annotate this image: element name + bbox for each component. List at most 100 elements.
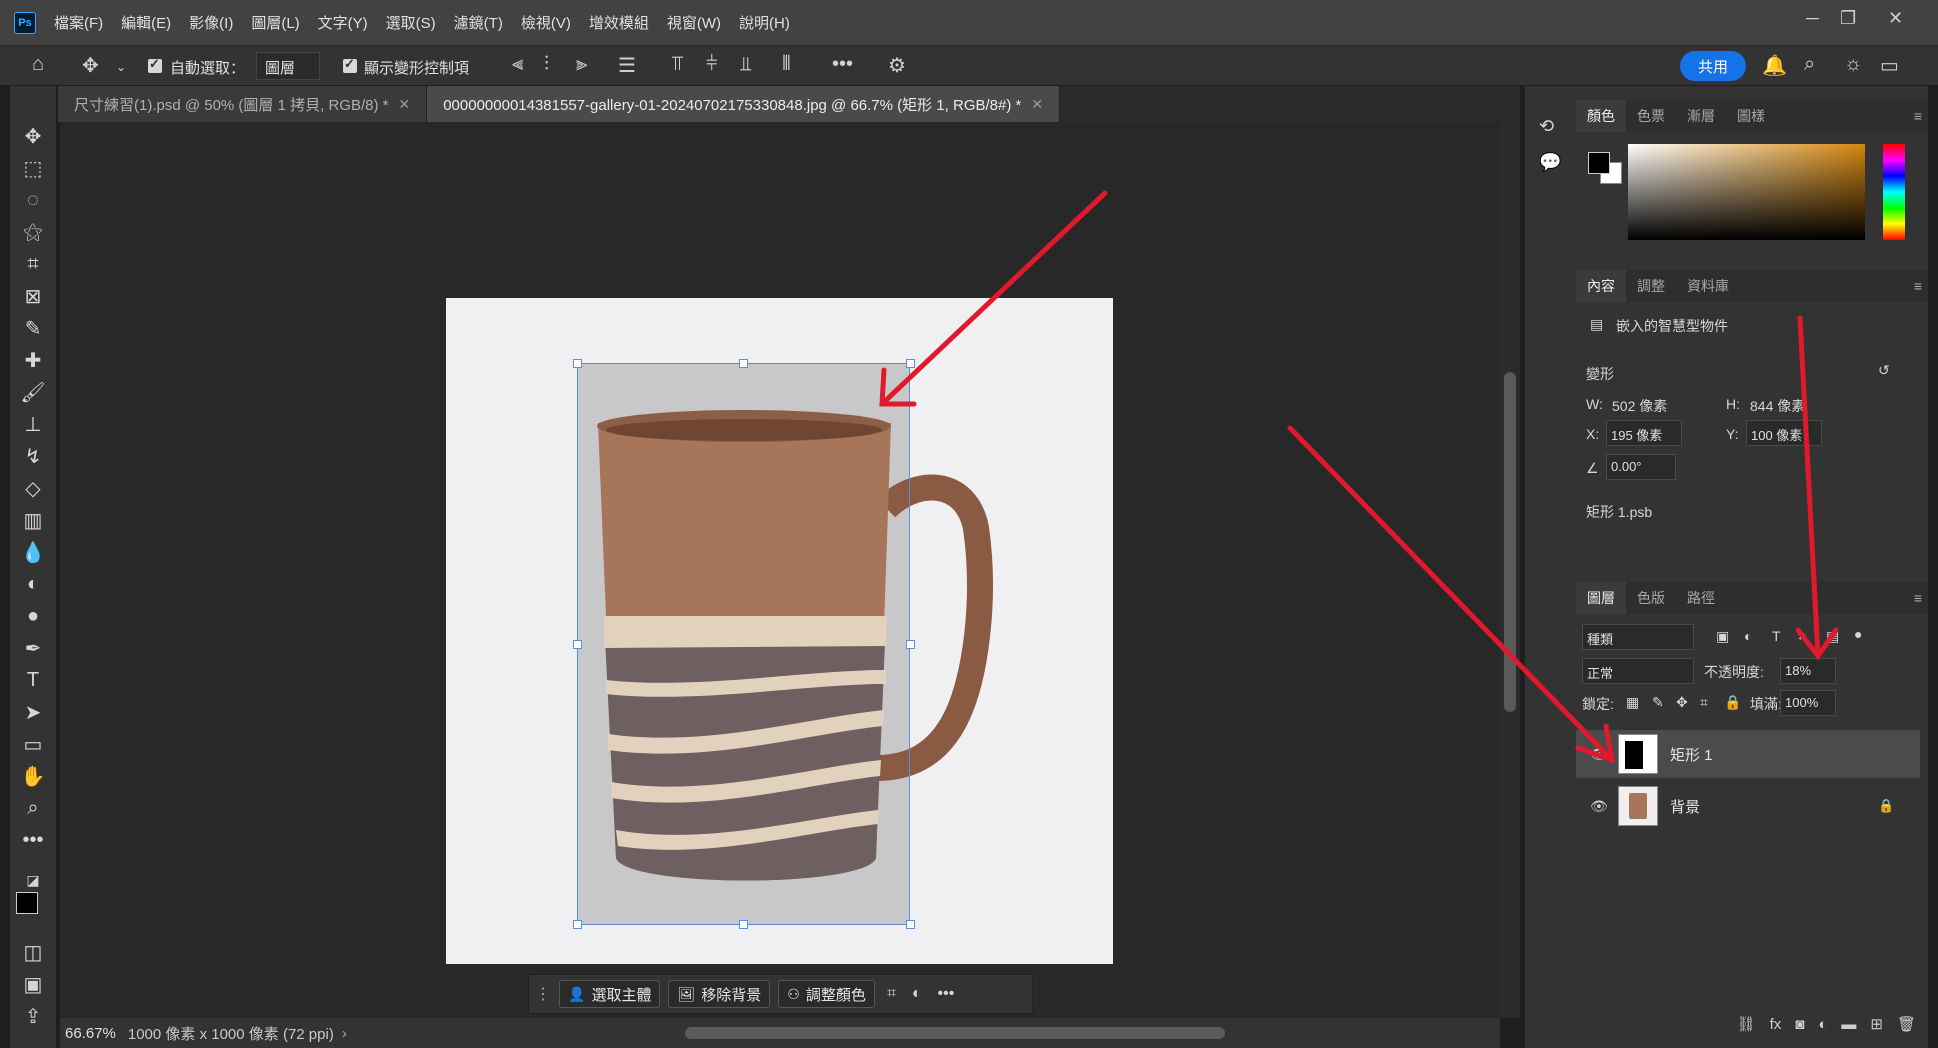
tab-libraries[interactable]: 資料庫 — [1676, 270, 1740, 302]
blend-mode-dropdown[interactable]: 正常 — [1582, 658, 1694, 684]
add-mask-icon[interactable]: ◙ — [1795, 1016, 1804, 1033]
screen-mode-icon[interactable]: ▣ — [19, 970, 47, 998]
stamp-tool-icon[interactable]: ⊥ — [19, 410, 47, 438]
tab-document-1[interactable]: 尺寸練習(1).psd @ 50% (圖層 1 拷貝, RGB/8) * ✕ — [58, 86, 428, 122]
lock-position-icon[interactable]: ✥ — [1676, 694, 1688, 711]
angle-input[interactable]: 0.00° — [1606, 454, 1676, 480]
align-left-icon[interactable]: ⫷ — [512, 53, 523, 76]
auto-select-dropdown[interactable]: 圖層 — [256, 52, 320, 80]
magic-wand-tool-icon[interactable]: ⚝ — [19, 218, 47, 246]
menu-view[interactable]: 檢視(V) — [521, 12, 571, 33]
tab-color[interactable]: 顏色 — [1576, 100, 1626, 132]
layer-name[interactable]: 矩形 1 — [1670, 744, 1713, 765]
pen-tool-icon[interactable]: ✒ — [19, 634, 47, 662]
layer-name[interactable]: 背景 — [1670, 796, 1700, 817]
panel-menu-icon[interactable]: ≡ — [1914, 108, 1922, 124]
rectangle-tool-icon[interactable]: ▭ — [19, 730, 47, 758]
type-tool-icon[interactable]: T — [19, 666, 47, 694]
healing-brush-icon[interactable]: ✚ — [19, 346, 47, 374]
remove-background-button[interactable]: 🖼 移除背景 — [668, 980, 771, 1008]
foreground-color-swatch[interactable] — [1588, 152, 1610, 174]
visibility-eye-icon[interactable]: 👁 — [1590, 746, 1608, 763]
share-document-icon[interactable]: ⇪ — [19, 1002, 47, 1030]
tab-layers[interactable]: 圖層 — [1576, 582, 1626, 614]
align-right-icon[interactable]: ⫸ — [576, 53, 587, 76]
close-icon[interactable]: ✕ — [1888, 8, 1903, 29]
tab-swatches[interactable]: 色票 — [1626, 100, 1676, 132]
history-brush-icon[interactable]: ↯ — [19, 442, 47, 470]
chevron-right-icon[interactable]: › — [342, 1025, 347, 1042]
transform-icon[interactable]: ⌗ — [887, 985, 896, 1003]
hue-slider[interactable] — [1883, 144, 1905, 240]
menu-edit[interactable]: 編輯(E) — [121, 12, 171, 33]
restore-icon[interactable]: ❐ — [1840, 8, 1856, 29]
y-position-input[interactable]: 100 像素 — [1746, 420, 1822, 446]
menu-help[interactable]: 說明(H) — [739, 12, 790, 33]
transform-handle[interactable] — [739, 920, 748, 929]
eyedropper-tool-icon[interactable]: ✎ — [19, 314, 47, 342]
filter-type-icon[interactable]: T — [1772, 628, 1781, 644]
panel-menu-icon[interactable]: ≡ — [1914, 590, 1922, 606]
zoom-level[interactable]: 66.67% — [65, 1025, 116, 1042]
share-button[interactable]: 共用 — [1680, 51, 1746, 81]
menu-window[interactable]: 視窗(W) — [667, 12, 721, 33]
fill-input[interactable]: 100% — [1780, 690, 1836, 716]
tab-adjustments[interactable]: 調整 — [1626, 270, 1676, 302]
menu-file[interactable]: 檔案(F) — [54, 12, 103, 33]
layer-filter-dropdown[interactable]: 種類 — [1582, 624, 1694, 650]
adjustment-layer-icon[interactable]: ◐ — [1818, 1016, 1827, 1033]
default-colors-icon[interactable]: ◪ — [19, 866, 47, 894]
tab-gradients[interactable]: 漸層 — [1676, 100, 1726, 132]
select-subject-button[interactable]: 👤 選取主體 — [559, 980, 661, 1008]
lock-transparent-icon[interactable]: ▦ — [1626, 694, 1639, 711]
transform-handle[interactable] — [573, 920, 582, 929]
tab-paths[interactable]: 路徑 — [1676, 582, 1726, 614]
horizontal-scrollbar[interactable] — [685, 1027, 1225, 1039]
more-tools-icon[interactable]: ••• — [19, 826, 47, 854]
color-picker-field[interactable] — [1628, 144, 1865, 240]
bell-icon[interactable]: 🔔 — [1762, 53, 1787, 78]
drag-handle-icon[interactable]: ⋮ — [535, 984, 551, 1004]
auto-select-checkbox[interactable] — [148, 56, 162, 73]
vertical-scrollbar[interactable] — [1500, 122, 1520, 1018]
gradient-tool-icon[interactable]: ▥ — [19, 506, 47, 534]
lasso-tool-icon[interactable]: ◌ — [19, 186, 47, 214]
transform-handle[interactable] — [906, 359, 915, 368]
scroll-thumb[interactable] — [1504, 372, 1516, 712]
opacity-input[interactable]: 18% — [1780, 658, 1836, 684]
trash-icon[interactable]: 🗑 — [1897, 1015, 1916, 1033]
eraser-tool-icon[interactable]: ◇ — [19, 474, 47, 502]
transform-bounding-box[interactable] — [577, 363, 910, 925]
more-options-icon[interactable]: ••• — [938, 985, 955, 1003]
distribute-vertical-icon[interactable]: ⦀ — [782, 53, 791, 76]
brush-tool-icon[interactable]: 🖌 — [19, 378, 47, 406]
filter-shape-icon[interactable]: ⌗ — [1798, 628, 1806, 645]
search-icon[interactable]: ⌕ — [1804, 53, 1815, 76]
lightbulb-icon[interactable]: ☼ — [1844, 53, 1862, 76]
lock-artboard-icon[interactable]: ⌗ — [1700, 694, 1708, 711]
tab-document-2[interactable]: 00000000014381557-gallery-01-20240702175… — [427, 86, 1061, 122]
history-icon[interactable]: ⟲ — [1539, 116, 1554, 137]
dodge-tool-icon[interactable]: ◐ — [19, 570, 47, 598]
menu-type[interactable]: 文字(Y) — [318, 12, 368, 33]
tab-patterns[interactable]: 圖樣 — [1726, 100, 1776, 132]
tab-channels[interactable]: 色版 — [1626, 582, 1676, 614]
frame-tool-icon[interactable]: ⊠ — [19, 282, 47, 310]
tab-properties[interactable]: 內容 — [1576, 270, 1626, 302]
filter-smart-object-icon[interactable]: ▤ — [1826, 628, 1839, 645]
align-middle-icon[interactable]: ⫩ — [706, 53, 717, 76]
menu-plugins[interactable]: 增效模組 — [589, 12, 649, 33]
height-value[interactable]: 844 像素 — [1750, 396, 1805, 416]
reset-transform-icon[interactable]: ↺ — [1878, 362, 1890, 379]
lock-pixels-icon[interactable]: ✎ — [1652, 694, 1664, 711]
width-value[interactable]: 502 像素 — [1612, 396, 1667, 416]
transform-handle[interactable] — [573, 359, 582, 368]
transform-handle[interactable] — [739, 359, 748, 368]
foreground-color-swatch[interactable] — [16, 892, 38, 914]
x-position-input[interactable]: 195 像素 — [1606, 420, 1682, 446]
transform-handle[interactable] — [906, 640, 915, 649]
filter-pixel-icon[interactable]: ▣ — [1716, 628, 1729, 645]
menu-layer[interactable]: 圖層(L) — [251, 12, 299, 33]
hand-tool-icon[interactable]: ✋ — [19, 762, 47, 790]
gear-icon[interactable]: ⚙ — [888, 53, 906, 78]
